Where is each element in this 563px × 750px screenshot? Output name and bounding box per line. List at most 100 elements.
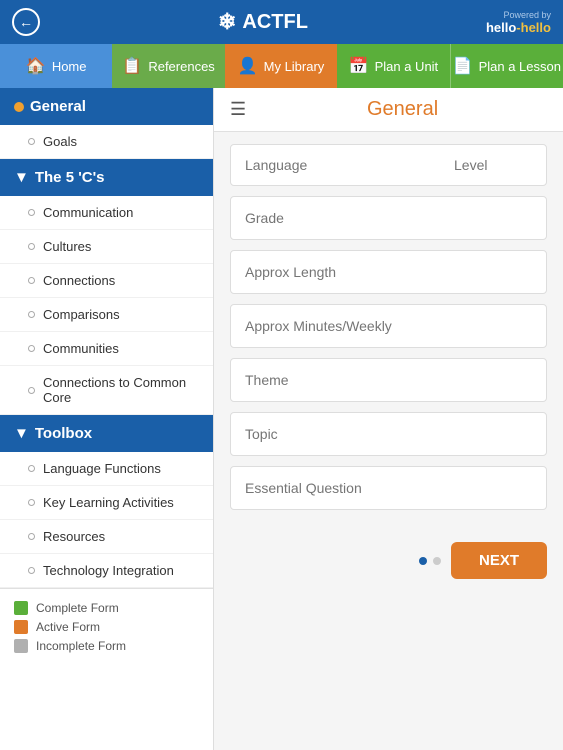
- sidebar-communication-label: Communication: [43, 205, 133, 220]
- plan-lesson-icon: 📄: [453, 56, 473, 76]
- topic-row: [231, 413, 546, 455]
- theme-row: [231, 359, 546, 401]
- common-core-dot: [28, 387, 35, 394]
- legend-complete-label: Complete Form: [36, 601, 119, 615]
- sidebar-resources-label: Resources: [43, 529, 105, 544]
- language-level-group: [230, 144, 547, 186]
- key-learning-dot: [28, 499, 35, 506]
- content-area: ☰ General: [214, 88, 563, 750]
- grade-input[interactable]: [245, 210, 532, 226]
- back-icon: ←: [19, 14, 33, 30]
- dot-2: [433, 557, 441, 565]
- sidebar-goals-label: Goals: [43, 134, 77, 149]
- powered-by: Powered by hello-hello: [486, 10, 551, 35]
- complete-form-icon: [14, 601, 28, 615]
- sidebar-5cs-header[interactable]: ▼ The 5 'C's: [0, 159, 213, 196]
- sidebar-item-comparisons[interactable]: Comparisons: [0, 298, 213, 332]
- legend-active-label: Active Form: [36, 620, 100, 634]
- app-logo: ❄ ACTFL: [218, 9, 308, 35]
- sidebar-key-learning-label: Key Learning Activities: [43, 495, 174, 510]
- hamburger-icon[interactable]: ☰: [230, 99, 246, 120]
- back-button[interactable]: ←: [12, 8, 40, 36]
- legend-active: Active Form: [14, 620, 199, 634]
- sidebar-item-key-learning-activities[interactable]: Key Learning Activities: [0, 486, 213, 520]
- sidebar-item-cultures[interactable]: Cultures: [0, 230, 213, 264]
- sidebar-general-header[interactable]: General: [0, 88, 213, 125]
- approx-minutes-section: [230, 304, 547, 348]
- approx-length-input[interactable]: [245, 264, 532, 280]
- communication-dot: [28, 209, 35, 216]
- nav-my-library[interactable]: 👤 My Library: [225, 44, 337, 88]
- sidebar-tech-integration-label: Technology Integration: [43, 563, 174, 578]
- general-bullet: [14, 102, 24, 112]
- nav-plan-lesson[interactable]: 📄 Plan a Lesson: [450, 44, 563, 88]
- language-level-row: [231, 145, 546, 185]
- sidebar-toolbox-header[interactable]: ▼ Toolbox: [0, 415, 213, 452]
- chevron-down-icon: ▼: [14, 169, 29, 186]
- essential-question-section: [230, 466, 547, 510]
- nav-plan-unit[interactable]: 📅 Plan a Unit: [337, 44, 449, 88]
- nav-references[interactable]: 📋 References: [112, 44, 224, 88]
- nav-plan-lesson-label: Plan a Lesson: [479, 59, 561, 74]
- topic-input[interactable]: [245, 426, 532, 442]
- content-title: General: [258, 98, 547, 121]
- approx-minutes-row: [231, 305, 546, 347]
- nav-home-label: Home: [52, 59, 87, 74]
- tech-integration-dot: [28, 567, 35, 574]
- top-bar: ← ❄ ACTFL Powered by hello-hello: [0, 0, 563, 44]
- approx-minutes-input[interactable]: [245, 318, 532, 334]
- level-input[interactable]: [440, 145, 547, 185]
- cultures-dot: [28, 243, 35, 250]
- sidebar-language-functions-label: Language Functions: [43, 461, 161, 476]
- approx-length-section: [230, 250, 547, 294]
- next-button[interactable]: NEXT: [451, 542, 547, 579]
- sidebar-item-goals[interactable]: Goals: [0, 125, 213, 159]
- legend-complete: Complete Form: [14, 601, 199, 615]
- references-icon: 📋: [122, 56, 142, 76]
- sidebar-item-resources[interactable]: Resources: [0, 520, 213, 554]
- content-body: [214, 132, 563, 532]
- home-icon: 🏠: [26, 56, 46, 76]
- resources-dot: [28, 533, 35, 540]
- sidebar-toolbox-label: Toolbox: [35, 425, 92, 442]
- sidebar-comparisons-label: Comparisons: [43, 307, 120, 322]
- sidebar-item-communication[interactable]: Communication: [0, 196, 213, 230]
- library-icon: 👤: [238, 56, 258, 76]
- approx-length-row: [231, 251, 546, 293]
- comparisons-dot: [28, 311, 35, 318]
- sidebar-item-technology-integration[interactable]: Technology Integration: [0, 554, 213, 588]
- connections-dot: [28, 277, 35, 284]
- language-functions-dot: [28, 465, 35, 472]
- sidebar-item-language-functions[interactable]: Language Functions: [0, 452, 213, 486]
- legend: Complete Form Active Form Incomplete For…: [0, 588, 213, 670]
- sidebar-cultures-label: Cultures: [43, 239, 91, 254]
- goals-dot: [28, 138, 35, 145]
- pagination-dots: [419, 557, 441, 565]
- essential-question-row: [231, 467, 546, 509]
- legend-incomplete-label: Incomplete Form: [36, 639, 126, 653]
- sidebar-item-connections-common-core[interactable]: Connections to Common Core: [0, 366, 213, 415]
- plan-unit-icon: 📅: [349, 56, 369, 76]
- grade-section: [230, 196, 547, 240]
- nav-plan-unit-label: Plan a Unit: [375, 59, 439, 74]
- sidebar-item-connections[interactable]: Connections: [0, 264, 213, 298]
- nav-library-label: My Library: [264, 59, 325, 74]
- legend-incomplete: Incomplete Form: [14, 639, 199, 653]
- theme-input[interactable]: [245, 372, 532, 388]
- sidebar-general-label: General: [30, 98, 86, 115]
- essential-question-input[interactable]: [245, 480, 532, 496]
- content-footer: NEXT: [214, 532, 563, 589]
- incomplete-form-icon: [14, 639, 28, 653]
- content-header: ☰ General: [214, 88, 563, 132]
- topic-section: [230, 412, 547, 456]
- sidebar-5cs-label: The 5 'C's: [35, 169, 105, 186]
- language-input[interactable]: [231, 145, 440, 185]
- nav-home[interactable]: 🏠 Home: [0, 44, 112, 88]
- nav-bar: 🏠 Home 📋 References 👤 My Library 📅 Plan …: [0, 44, 563, 88]
- snowflake-icon: ❄: [218, 9, 236, 35]
- dot-1: [419, 557, 427, 565]
- sidebar-item-communities[interactable]: Communities: [0, 332, 213, 366]
- toolbox-chevron-icon: ▼: [14, 425, 29, 442]
- sidebar-connections-label: Connections: [43, 273, 115, 288]
- active-form-icon: [14, 620, 28, 634]
